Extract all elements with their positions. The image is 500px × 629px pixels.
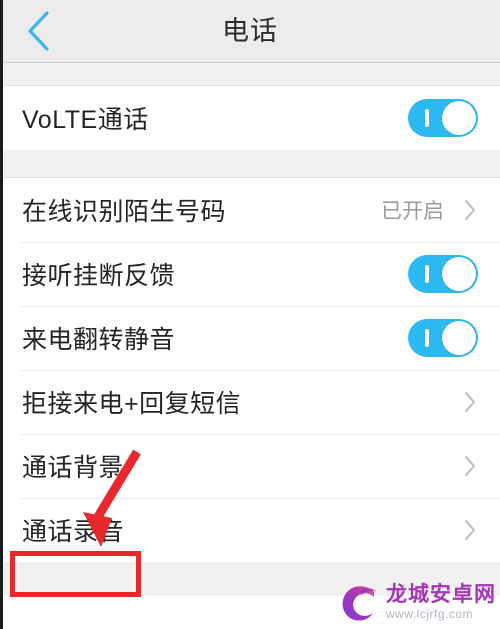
back-button[interactable]	[8, 0, 70, 62]
chevron-left-icon	[28, 11, 49, 51]
screen-bezel-left	[0, 0, 3, 629]
watermark-text: 龙城安卓网 www.lcjrfg.com	[386, 584, 496, 620]
group-gap-top	[0, 63, 500, 86]
watermark: 龙城安卓网 www.lcjrfg.com	[337, 579, 496, 625]
watermark-url: www.lcjrfg.com	[386, 607, 474, 621]
settings-group-2: 在线识别陌生号码 已开启 接听挂断反馈 来电翻转静音 拒接来电+回复短信 通话背…	[0, 178, 500, 562]
row-flip-to-mute[interactable]: 来电翻转静音	[0, 306, 500, 370]
chevron-right-icon	[464, 391, 476, 413]
toggle-volte[interactable]	[408, 99, 478, 137]
app-header: 电话	[0, 0, 500, 63]
row-volte[interactable]: VoLTE通话	[0, 86, 500, 150]
row-label: VoLTE通话	[22, 106, 149, 134]
dragon-c-logo-icon	[342, 586, 377, 621]
row-label: 拒接来电+回复短信	[22, 390, 242, 418]
toggle-knob	[442, 101, 476, 135]
settings-group-1: VoLTE通话	[0, 86, 500, 150]
row-online-stranger-id[interactable]: 在线识别陌生号码 已开启	[0, 178, 500, 242]
page-title: 电话	[222, 16, 278, 46]
row-call-background[interactable]: 通话背景	[0, 434, 500, 498]
annotation-highlight-box	[10, 551, 141, 597]
row-label: 在线识别陌生号码	[22, 198, 227, 226]
row-label: 来电翻转静音	[22, 326, 176, 354]
toggle-knob	[442, 257, 476, 291]
watermark-site-name: 龙城安卓网	[386, 583, 496, 606]
row-value: 已开启	[381, 200, 444, 223]
row-answer-hangup-feedback[interactable]: 接听挂断反馈	[0, 242, 500, 306]
row-reject-call-reply-sms[interactable]: 拒接来电+回复短信	[0, 370, 500, 434]
toggle-on-mark	[425, 265, 429, 283]
phone-settings-screen: 电话 VoLTE通话 在线识别陌生号码 已开启 接听挂断反馈 来电翻转静音 拒接…	[0, 0, 500, 629]
toggle-on-mark	[425, 329, 429, 347]
group-gap-middle	[0, 150, 500, 178]
row-label: 通话录音	[22, 518, 125, 546]
toggle-knob	[442, 321, 476, 355]
row-label: 接听挂断反馈	[22, 262, 176, 290]
toggle-answer-hangup-feedback[interactable]	[408, 255, 478, 293]
chevron-right-icon	[464, 519, 476, 541]
chevron-right-icon	[464, 455, 476, 477]
chevron-right-icon	[464, 199, 476, 221]
row-label: 通话背景	[22, 454, 125, 482]
toggle-flip-to-mute[interactable]	[408, 319, 478, 357]
toggle-on-mark	[425, 109, 429, 127]
